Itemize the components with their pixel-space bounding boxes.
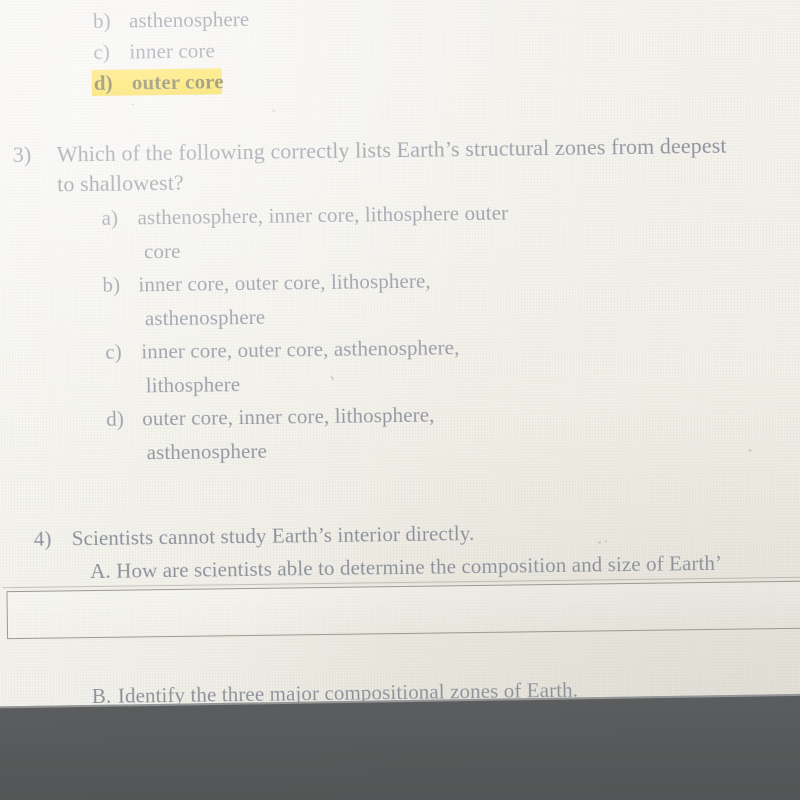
option-label-q3-d: d) [106,406,125,431]
question-4-prompt: Scientists cannot study Earth’s interior… [71,521,475,551]
option-text-q2-c: inner core [129,38,216,64]
option-text-q3-d-line-2: asthenosphere [146,438,268,465]
option-text-q3-a-line-2: core [143,238,181,264]
option-text-q2-b: asthenosphere [128,6,250,33]
paper-speck [604,540,607,543]
paper-speck [330,375,335,381]
paper-speck [748,449,752,452]
question-4-number: 4) [33,526,52,551]
answer-box-part-a[interactable] [6,580,800,640]
worksheet-content: b) asthenosphere c) inner core d) outer … [0,0,800,800]
option-text-q3-b-line-2: asthenosphere [144,304,266,331]
option-text-q3-b-line-1: inner core, outer core, lithosphere, [138,268,431,297]
option-label-q3-a: a) [101,205,119,230]
paper-speck [132,103,135,106]
paper-speck [597,541,601,544]
question-4-part-a-label: A. [90,558,111,584]
question-3-prompt-line-1: Which of the following correctly lists E… [56,132,727,167]
desk-surface [0,692,800,800]
option-label-q2-b: b) [92,8,111,33]
option-label-q3-b: b) [102,272,121,297]
option-text-q3-d-line-1: outer core, inner core, lithosphere, [142,402,435,431]
option-text-q3-c-line-1: inner core, outer core, asthenosphere, [141,335,460,364]
option-label-q2-c: c) [93,39,111,64]
option-text-q3-a-line-1: asthenosphere, inner core, lithosphere o… [137,200,509,230]
option-label-q2-d: d) [93,70,113,95]
question-3-number: 3) [12,141,32,168]
option-text-q3-c-line-2: lithosphere [145,372,241,398]
worksheet-photo: b) asthenosphere c) inner core d) outer … [0,0,800,800]
question-3-prompt-line-2: to shallowest? [56,169,184,197]
option-label-q3-c: c) [105,339,123,364]
option-text-q2-d: outer core [131,69,224,95]
paper-speck [272,109,276,112]
